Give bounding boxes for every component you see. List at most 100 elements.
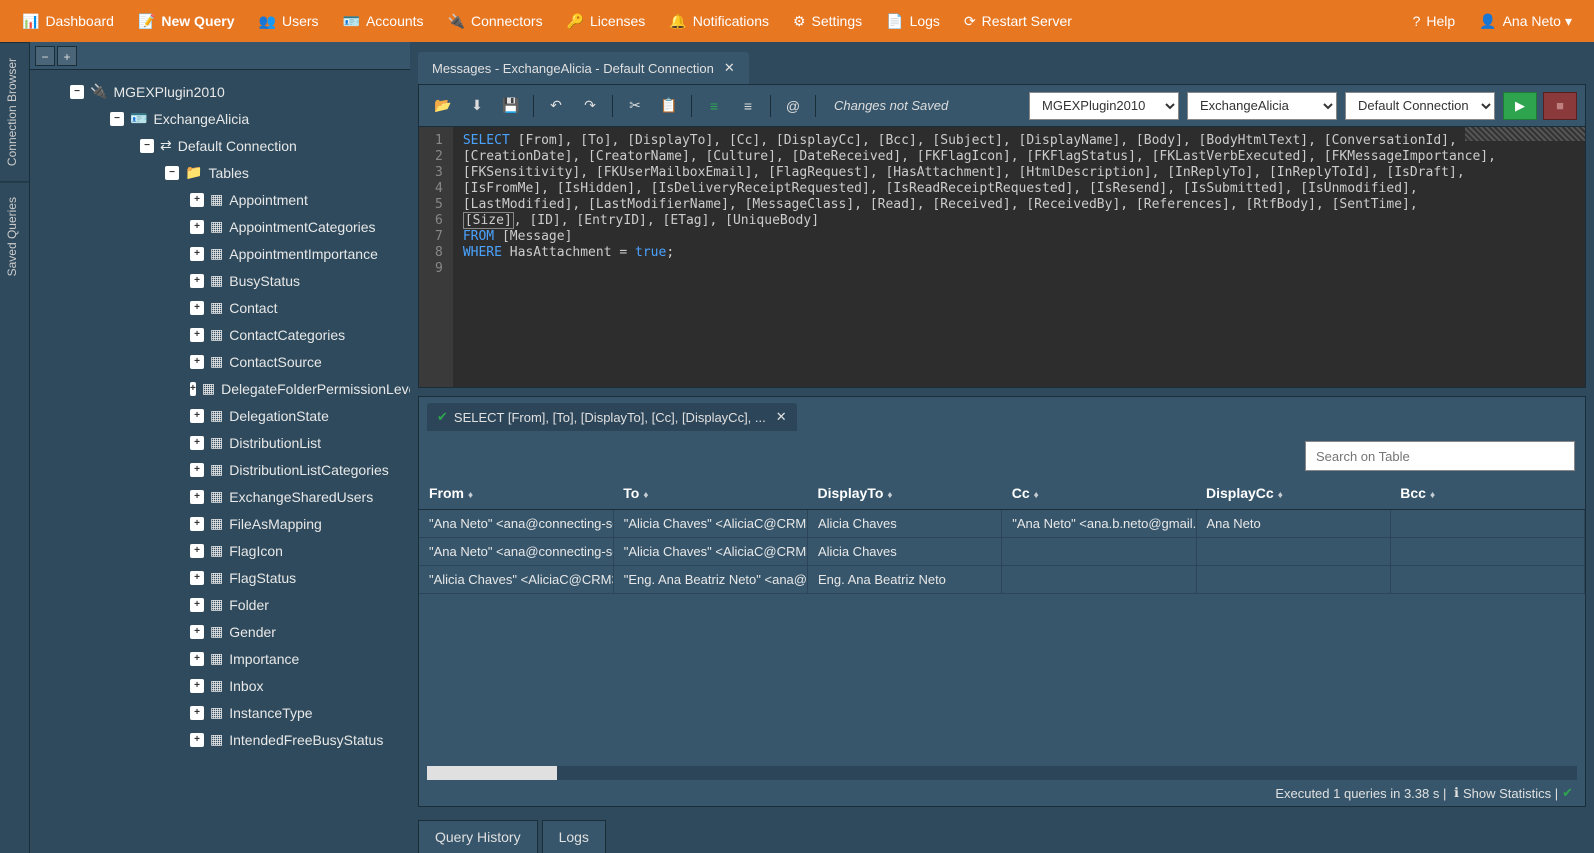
expand-icon[interactable]: + [190,463,204,477]
expand-icon[interactable]: + [190,193,204,207]
tree-table-item[interactable]: +▦FileAsMapping [30,510,410,537]
column-header[interactable]: DisplayCc♦ [1196,477,1390,510]
expand-icon[interactable]: + [190,436,204,450]
tree-table-item[interactable]: +▦Contact [30,294,410,321]
connector-select[interactable]: MGEXPlugin2010 [1029,92,1179,120]
query-tab[interactable]: Messages - ExchangeAlicia - Default Conn… [418,52,749,84]
tree-table-item[interactable]: +▦ContactCategories [30,321,410,348]
collapse-button[interactable]: − [35,46,55,66]
nav-accounts[interactable]: 🪪Accounts [331,0,436,42]
expand-icon[interactable]: + [190,382,196,396]
nav-restart[interactable]: ⟳Restart Server [952,0,1084,42]
tree-table-item[interactable]: +▦IntendedFreeBusyStatus [30,726,410,753]
close-icon[interactable]: ✕ [724,60,735,76]
result-tab[interactable]: ✔ SELECT [From], [To], [DisplayTo], [Cc]… [427,403,797,431]
tree-account[interactable]: −🪪ExchangeAlicia [30,105,410,132]
expand-icon[interactable]: + [190,490,204,504]
close-icon[interactable]: ✕ [776,409,787,425]
expand-icon[interactable]: + [190,544,204,558]
account-select[interactable]: ExchangeAlicia [1187,92,1337,120]
tree-table-item[interactable]: +▦DistributionList [30,429,410,456]
column-header[interactable]: DisplayTo♦ [808,477,1002,510]
nav-settings[interactable]: ⚙Settings [781,0,874,42]
nav-logs[interactable]: 📄Logs [874,0,952,42]
align-right-button[interactable]: ≡ [732,92,764,120]
scroll-thumb[interactable] [427,766,557,780]
nav-connectors[interactable]: 🔌Connectors [436,0,555,42]
nav-licenses[interactable]: 🔑Licenses [555,0,658,42]
tab-logs[interactable]: Logs [542,820,606,853]
table-row[interactable]: "Ana Neto" <ana@connecting-soft"Alicia C… [419,510,1585,538]
expand-icon[interactable]: + [190,652,204,666]
tree-table-item[interactable]: +▦AppointmentCategories [30,213,410,240]
save-button[interactable]: 💾 [495,92,527,120]
expand-icon[interactable]: + [190,301,204,315]
tree-table-item[interactable]: +▦Importance [30,645,410,672]
expand-icon[interactable]: + [190,247,204,261]
tab-query-history[interactable]: Query History [418,820,538,853]
table-row[interactable]: "Alicia Chaves" <AliciaC@CRM31"Eng. Ana … [419,566,1585,594]
connection-select[interactable]: Default Connection [1345,92,1495,120]
tree-table-item[interactable]: +▦DelegateFolderPermissionLevel [30,375,410,402]
expand-icon[interactable]: + [190,220,204,234]
tree-table-item[interactable]: +▦Gender [30,618,410,645]
download-button[interactable]: ⬇ [461,92,493,120]
expand-icon[interactable]: + [190,409,204,423]
nav-help[interactable]: ?Help [1401,0,1468,42]
side-tab-connection-browser[interactable]: Connection Browser [0,42,29,181]
tree-table-item[interactable]: +▦Appointment [30,186,410,213]
tree-table-item[interactable]: +▦InstanceType [30,699,410,726]
tree-table-item[interactable]: +▦AppointmentImportance [30,240,410,267]
tree-table-item[interactable]: +▦FlagIcon [30,537,410,564]
run-button[interactable]: ▶ [1503,92,1537,120]
tree-table-item[interactable]: +▦ContactSource [30,348,410,375]
expand-icon[interactable]: + [190,517,204,531]
open-button[interactable]: 📂 [427,92,459,120]
tree-table-item[interactable]: +▦BusyStatus [30,267,410,294]
horizontal-scrollbar[interactable] [427,766,1577,780]
tree-table-item[interactable]: +▦DelegationState [30,402,410,429]
add-button[interactable]: + [57,46,77,66]
stop-button[interactable]: ■ [1543,92,1577,120]
nav-notifications[interactable]: 🔔Notifications [657,0,781,42]
tree-table-item[interactable]: +▦ExchangeSharedUsers [30,483,410,510]
expand-icon[interactable]: + [190,706,204,720]
tree-tables-folder[interactable]: −📁Tables [30,159,410,186]
nav-dashboard[interactable]: 📊Dashboard [10,0,126,42]
undo-button[interactable]: ↶ [540,92,572,120]
expand-icon[interactable]: + [190,733,204,747]
collapse-icon[interactable]: − [140,139,154,153]
tree-connection[interactable]: −⇄Default Connection [30,132,410,159]
column-header[interactable]: From♦ [419,477,613,510]
column-header[interactable]: To♦ [613,477,807,510]
collapse-icon[interactable]: − [110,112,124,126]
expand-icon[interactable]: + [190,625,204,639]
cut-button[interactable]: ✂ [619,92,651,120]
expand-icon[interactable]: + [190,571,204,585]
code-area[interactable]: SELECT [From], [To], [DisplayTo], [Cc], … [453,127,1585,387]
expand-icon[interactable]: + [190,598,204,612]
copy-button[interactable]: 📋 [653,92,685,120]
show-statistics-link[interactable]: Show Statistics [1463,786,1551,801]
collapse-icon[interactable]: − [165,166,179,180]
table-search-input[interactable] [1305,441,1575,471]
expand-icon[interactable]: + [190,679,204,693]
side-tab-saved-queries[interactable]: Saved Queries [0,181,29,291]
expand-icon[interactable]: + [190,328,204,342]
nav-new-query[interactable]: 📝New Query [126,0,247,42]
tree-table-item[interactable]: +▦Inbox [30,672,410,699]
tree-table-item[interactable]: +▦DistributionListCategories [30,456,410,483]
tree-table-item[interactable]: +▦FlagStatus [30,564,410,591]
tree-root[interactable]: −🔌MGEXPlugin2010 [30,78,410,105]
align-left-button[interactable]: ≡ [698,92,730,120]
nav-user-menu[interactable]: 👤Ana Neto▾ [1467,0,1584,42]
tree-table-item[interactable]: +▦Folder [30,591,410,618]
nav-users[interactable]: 👥Users [247,0,331,42]
at-button[interactable]: @ [777,92,809,120]
table-row[interactable]: "Ana Neto" <ana@connecting-soft"Alicia C… [419,538,1585,566]
redo-button[interactable]: ↷ [574,92,606,120]
column-header[interactable]: Cc♦ [1002,477,1196,510]
column-header[interactable]: Bcc♦ [1390,477,1584,510]
expand-icon[interactable]: + [190,355,204,369]
collapse-icon[interactable]: − [70,85,84,99]
